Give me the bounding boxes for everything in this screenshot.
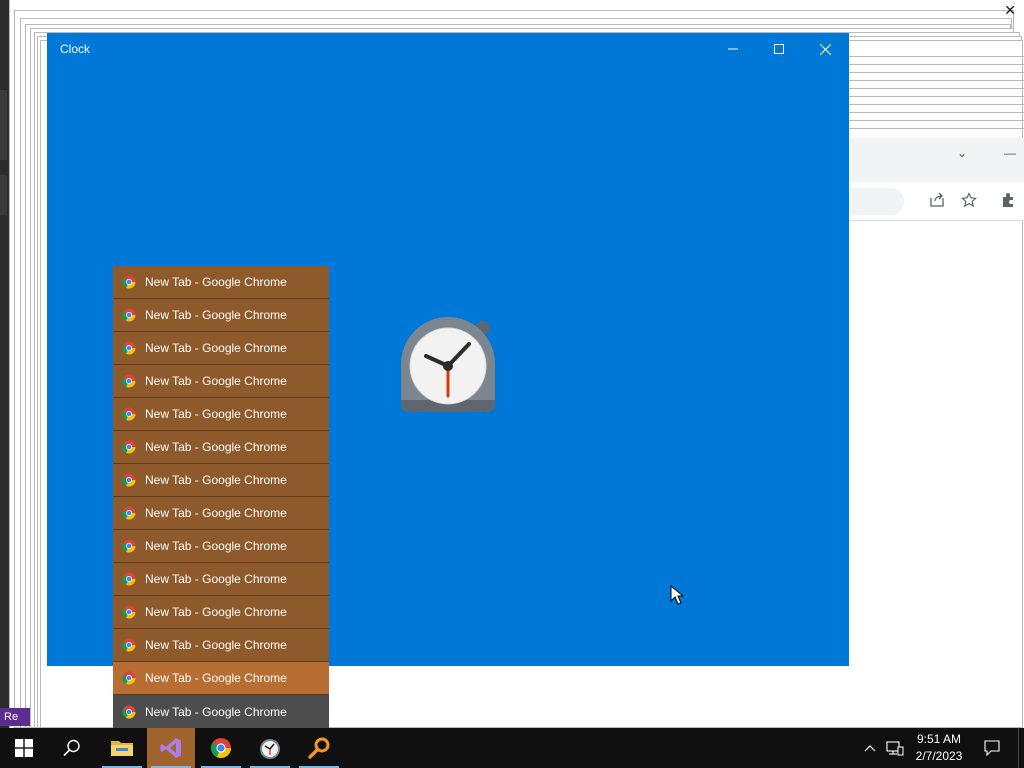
alarm-clock-icon — [401, 317, 495, 412]
chevron-up-icon — [864, 745, 876, 752]
search-icon — [63, 739, 80, 757]
chrome-icon — [122, 638, 136, 652]
clock-app-button[interactable] — [246, 728, 294, 768]
window-list-item[interactable]: New Tab - Google Chrome — [113, 365, 329, 398]
chrome-icon — [122, 605, 136, 619]
maximize-button[interactable] — [756, 33, 802, 65]
tray-date: 2/7/2023 — [915, 749, 963, 763]
minimize-icon[interactable]: — — [1004, 146, 1016, 160]
close-icon[interactable]: ✕ — [1004, 3, 1016, 17]
magnifier-app-icon — [308, 737, 330, 759]
notification-icon — [984, 740, 1000, 756]
taskbar-window-list: New Tab - Google Chrome New Tab - Google … — [113, 266, 329, 728]
search-button[interactable] — [48, 728, 96, 768]
window-list-item-label: New Tab - Google Chrome — [145, 638, 287, 652]
window-list-item[interactable]: New Tab - Google Chrome — [113, 398, 329, 431]
chrome-icon — [210, 738, 231, 758]
show-desktop-button[interactable] — [1018, 728, 1024, 768]
window-list-item[interactable]: New Tab - Google Chrome — [113, 530, 329, 563]
window-list-item-label: New Tab - Google Chrome — [145, 308, 287, 322]
window-list-item[interactable]: New Tab - Google Chrome — [113, 332, 329, 365]
star-icon[interactable] — [961, 192, 977, 208]
window-list-item[interactable]: New Tab - Google Chrome — [113, 431, 329, 464]
file-explorer-button[interactable] — [98, 728, 146, 768]
window-list-item-label: New Tab - Google Chrome — [145, 605, 287, 619]
mouse-cursor-icon — [670, 585, 684, 605]
action-center-button[interactable] — [978, 728, 1006, 768]
close-icon — [819, 43, 831, 55]
window-list-item[interactable]: New Tab - Google Chrome — [113, 266, 329, 299]
chrome-icon — [122, 572, 136, 586]
window-list-item[interactable]: New Tab - Google Chrome — [113, 662, 329, 695]
network-button[interactable] — [882, 728, 908, 768]
maximize-icon — [774, 44, 784, 54]
stacked-window-edges — [849, 50, 1024, 138]
windows-logo-icon — [15, 739, 33, 757]
window-list-item[interactable]: New Tab - Google Chrome — [113, 596, 329, 629]
window-list-item-label: New Tab - Google Chrome — [145, 440, 287, 454]
window-list-item[interactable]: New Tab - Google Chrome — [113, 497, 329, 530]
window-list-item-label: New Tab - Google Chrome — [145, 572, 287, 586]
chrome-button[interactable] — [197, 728, 245, 768]
address-bar[interactable] — [849, 188, 904, 215]
chrome-icon — [122, 374, 136, 388]
window-title: Clock — [60, 42, 91, 56]
window-list-item[interactable]: New Tab - Google Chrome — [113, 563, 329, 596]
window-list-item-label: New Tab - Google Chrome — [145, 407, 287, 421]
chrome-icon — [122, 705, 136, 719]
chrome-icon — [122, 275, 136, 289]
minimize-icon — [728, 48, 738, 50]
start-button[interactable] — [0, 728, 48, 768]
close-button[interactable] — [802, 33, 848, 65]
tray-time: 9:51 AM — [916, 732, 962, 746]
magnifier-app-button[interactable] — [295, 728, 343, 768]
chrome-tab-strip — [849, 138, 1024, 182]
network-icon — [886, 741, 904, 756]
window-list-item[interactable]: New Tab - Google Chrome — [113, 464, 329, 497]
chrome-icon — [122, 341, 136, 355]
file-explorer-icon — [111, 741, 133, 756]
window-list-item-label: New Tab - Google Chrome — [145, 671, 287, 685]
window-list-item[interactable]: New Tab - Google Chrome — [113, 299, 329, 332]
tab-search-icon[interactable]: ⌄ — [957, 146, 967, 160]
extensions-icon[interactable] — [1000, 192, 1016, 208]
window-list-item-label: New Tab - Google Chrome — [145, 473, 287, 487]
left-edge-bar — [0, 0, 9, 728]
window-list-item[interactable]: New Tab - Google Chrome — [113, 629, 329, 662]
clock-app-icon — [260, 739, 280, 759]
window-list-item[interactable]: New Tab - Google Chrome — [113, 695, 329, 728]
window-list-item-label: New Tab - Google Chrome — [145, 539, 287, 553]
visual-studio-icon — [160, 738, 181, 758]
chrome-icon — [122, 440, 136, 454]
chrome-icon — [122, 671, 136, 685]
chrome-icon — [122, 506, 136, 520]
show-hidden-icons-button[interactable] — [860, 728, 880, 768]
window-list-item-label: New Tab - Google Chrome — [145, 374, 287, 388]
visual-studio-button[interactable] — [147, 728, 195, 768]
app-badge[interactable]: Re — [0, 708, 30, 726]
taskbar: 9:51 AM 2/7/2023 — [0, 728, 1024, 768]
chrome-icon — [122, 308, 136, 322]
share-icon[interactable] — [929, 192, 945, 208]
clock-tray[interactable]: 9:51 AM 2/7/2023 — [910, 728, 970, 768]
window-list-item-label: New Tab - Google Chrome — [145, 341, 287, 355]
chrome-icon — [122, 473, 136, 487]
minimize-button[interactable] — [710, 33, 756, 65]
chrome-icon — [122, 407, 136, 421]
window-list-item-label: New Tab - Google Chrome — [145, 704, 287, 719]
chrome-icon — [122, 539, 136, 553]
window-list-item-label: New Tab - Google Chrome — [145, 506, 287, 520]
window-list-item-label: New Tab - Google Chrome — [145, 275, 287, 289]
